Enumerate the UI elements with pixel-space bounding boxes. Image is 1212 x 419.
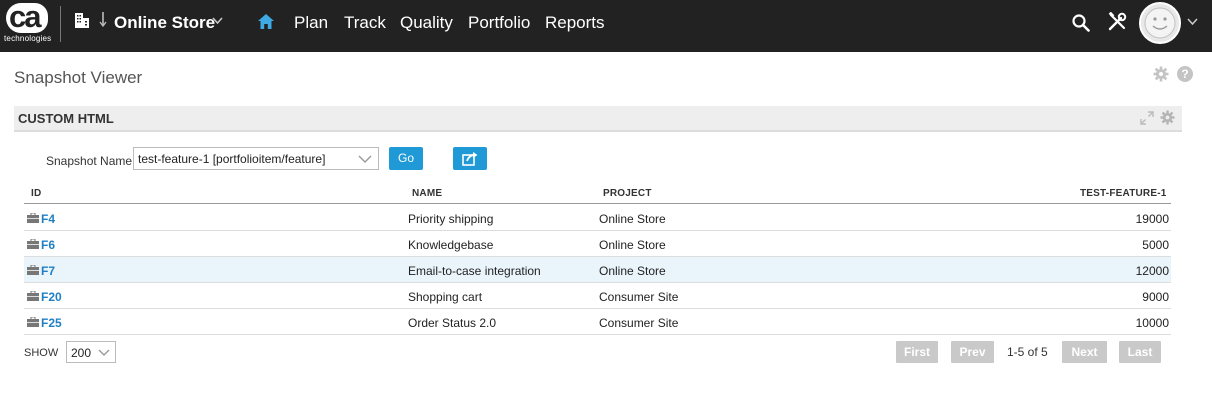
- ca-logo-mark: ca: [6, 0, 48, 34]
- table-row: F4 Priority shipping Online Store 19000: [24, 205, 1171, 231]
- panel-title: CUSTOM HTML: [18, 111, 114, 126]
- help-icon[interactable]: ?: [1177, 66, 1193, 82]
- column-header-name[interactable]: NAME: [412, 188, 442, 199]
- logo-text: ca: [9, 0, 42, 34]
- chevron-down-icon[interactable]: [212, 17, 223, 25]
- building-icon: [75, 13, 89, 28]
- nav-plan[interactable]: Plan: [294, 13, 328, 33]
- page-title: Snapshot Viewer: [14, 68, 143, 87]
- snapshot-name-label: Snapshot Name: [46, 154, 133, 168]
- column-header-test-feature-1[interactable]: TEST-FEATURE-1: [1080, 188, 1167, 199]
- table-header-divider: [24, 203, 1171, 204]
- column-header-project[interactable]: PROJECT: [603, 188, 652, 199]
- table-row: F7 Email-to-case integration Online Stor…: [24, 257, 1171, 283]
- feature-project: Online Store: [599, 212, 666, 226]
- top-nav-bar: ca technologies Online Store Plan Track …: [0, 0, 1212, 52]
- export-button[interactable]: [453, 147, 487, 170]
- briefcase-icon: [27, 265, 39, 275]
- tools-icon[interactable]: [1107, 12, 1127, 32]
- down-arrow-icon[interactable]: [99, 12, 107, 28]
- briefcase-icon: [27, 213, 39, 223]
- last-page-button[interactable]: Last: [1119, 341, 1161, 363]
- share-icon: [462, 152, 478, 166]
- page-size-select[interactable]: 200: [66, 341, 116, 363]
- smiley-avatar: [1144, 7, 1176, 39]
- feature-name: Shopping cart: [408, 290, 483, 304]
- snapshot-name-select[interactable]: test-feature-1 [portfolioitem/feature]: [133, 147, 379, 170]
- feature-name: Knowledgebase: [408, 238, 494, 252]
- chevron-down-icon: [98, 349, 110, 356]
- home-icon[interactable]: [258, 14, 274, 29]
- chevron-down-icon[interactable]: [1187, 18, 1198, 26]
- page-size-value: 200: [71, 346, 92, 360]
- nav-portfolio[interactable]: Portfolio: [468, 13, 530, 33]
- table-row: F6 Knowledgebase Online Store 5000: [24, 231, 1171, 257]
- feature-project: Online Store: [599, 264, 666, 278]
- feature-value: 19000: [1135, 212, 1169, 226]
- pagination-count: 1-5 of 5: [1007, 345, 1048, 359]
- feature-project: Consumer Site: [599, 290, 679, 304]
- feature-id-link[interactable]: F20: [41, 290, 62, 304]
- nav-divider: [60, 6, 61, 42]
- snapshot-name-value: test-feature-1 [portfolioitem/feature]: [138, 152, 326, 166]
- user-avatar[interactable]: [1139, 2, 1181, 44]
- panel-header: CUSTOM HTML: [14, 106, 1182, 132]
- feature-id-link[interactable]: F6: [41, 238, 55, 252]
- feature-name: Email-to-case integration: [408, 264, 541, 278]
- feature-project: Consumer Site: [599, 316, 679, 330]
- ca-logo[interactable]: ca technologies: [4, 0, 52, 43]
- feature-id-link[interactable]: F25: [41, 316, 62, 330]
- feature-value: 10000: [1135, 316, 1169, 330]
- table-row: F25 Order Status 2.0 Consumer Site 10000: [24, 309, 1171, 335]
- gear-icon[interactable]: [1160, 110, 1175, 125]
- feature-name: Order Status 2.0: [408, 316, 497, 330]
- nav-track[interactable]: Track: [344, 13, 386, 33]
- expand-icon[interactable]: [1140, 111, 1154, 125]
- feature-name: Priority shipping: [408, 212, 494, 226]
- go-button[interactable]: Go: [389, 147, 423, 170]
- chevron-down-icon: [358, 155, 372, 163]
- search-icon[interactable]: [1072, 14, 1090, 32]
- workspace-selector[interactable]: Online Store: [114, 13, 215, 33]
- logo-subtext: technologies: [4, 34, 52, 43]
- nav-reports[interactable]: Reports: [545, 13, 605, 33]
- first-page-button[interactable]: First: [896, 341, 938, 363]
- feature-value: 9000: [1142, 290, 1169, 304]
- column-header-id[interactable]: ID: [31, 188, 41, 199]
- next-page-button[interactable]: Next: [1062, 341, 1107, 363]
- gear-icon[interactable]: [1153, 66, 1169, 82]
- feature-id-link[interactable]: F7: [41, 264, 55, 278]
- nav-quality[interactable]: Quality: [400, 13, 453, 33]
- table-row: F20 Shopping cart Consumer Site 9000: [24, 283, 1171, 309]
- prev-page-button[interactable]: Prev: [951, 341, 994, 363]
- feature-value: 5000: [1142, 238, 1169, 252]
- page-size-label: SHOW: [24, 347, 59, 359]
- feature-value: 12000: [1135, 264, 1169, 278]
- feature-project: Online Store: [599, 238, 666, 252]
- briefcase-icon: [27, 317, 39, 327]
- briefcase-icon: [27, 291, 39, 301]
- feature-id-link[interactable]: F4: [41, 212, 55, 226]
- briefcase-icon: [27, 239, 39, 249]
